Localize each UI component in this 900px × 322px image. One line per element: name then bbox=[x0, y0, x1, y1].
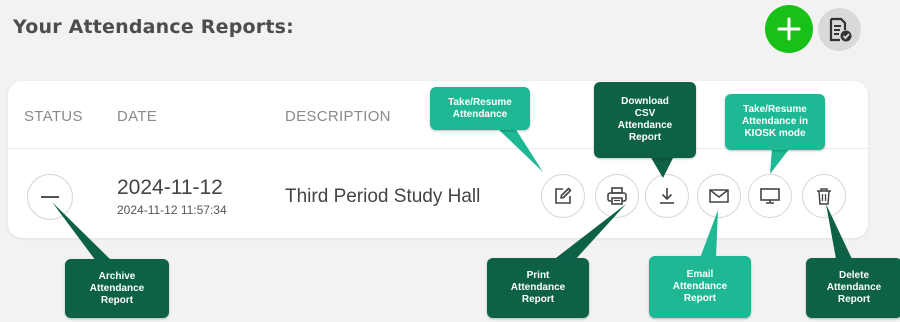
pointer-archive bbox=[52, 202, 112, 261]
pointer-kiosk bbox=[770, 148, 790, 174]
pointer-download bbox=[650, 156, 674, 178]
callout-delete-report: Delete Attendance Report bbox=[806, 258, 900, 318]
callout-archive-report: Archive Attendance Report bbox=[65, 259, 169, 318]
pointer-delete bbox=[826, 204, 852, 259]
callout-download-csv: Download CSV Attendance Report bbox=[594, 82, 696, 158]
callout-take-resume-attendance: Take/Resume Attendance bbox=[430, 87, 530, 130]
callout-print-report: Print Attendance Report bbox=[487, 258, 589, 318]
pointer-email bbox=[700, 210, 718, 258]
callout-kiosk-mode: Take/Resume Attendance in KIOSK mode bbox=[725, 94, 825, 150]
callout-email-report: Email Attendance Report bbox=[649, 256, 751, 318]
pointer-print bbox=[552, 204, 626, 261]
pointer-take-resume bbox=[497, 128, 543, 172]
